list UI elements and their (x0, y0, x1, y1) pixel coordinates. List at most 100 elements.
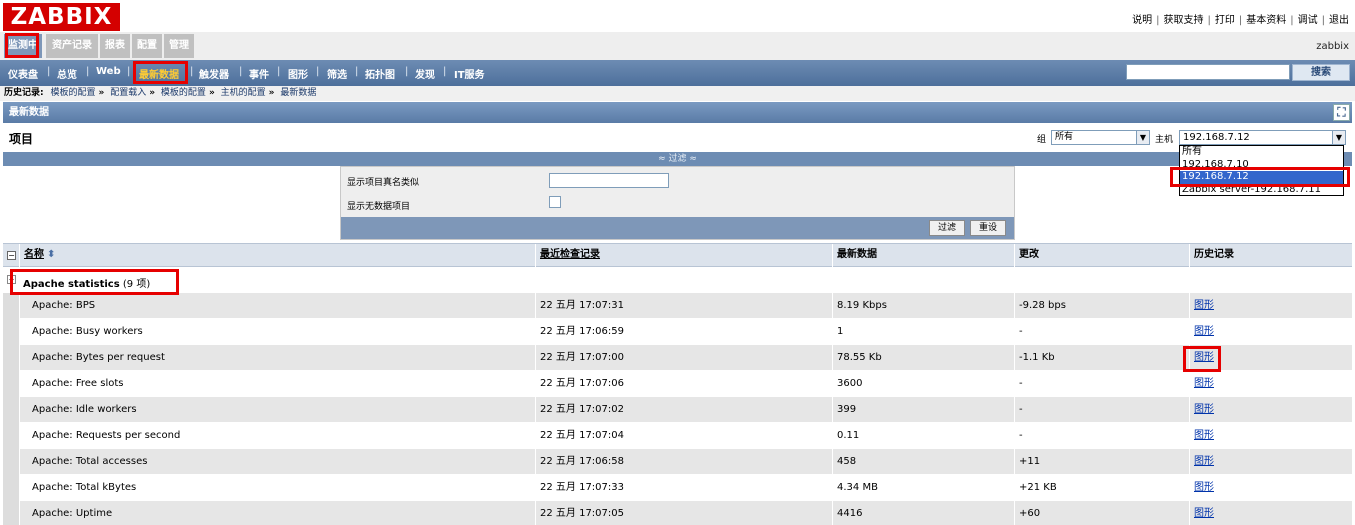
cell-name: Apache: BPS (19, 293, 535, 319)
items-title: 项目 (9, 132, 34, 146)
row-gutter (3, 345, 19, 371)
sort-asc-icon: ⬍ (47, 249, 56, 260)
cell-name: Apache: Bytes per request (19, 345, 535, 371)
cell-change: - (1014, 319, 1189, 345)
cell-last-check: 22 五月 17:07:05 (535, 501, 832, 525)
expand-icon[interactable]: + (7, 275, 16, 284)
breadcrumb-item[interactable]: 模板的配置 (161, 88, 206, 98)
graph-link[interactable]: 图形 (1194, 352, 1214, 363)
fullscreen-icon[interactable]: ⛶ (1333, 104, 1350, 121)
submenu-latest-data[interactable]: 最新数据 (139, 66, 179, 81)
cell-change: +21 KB (1014, 475, 1189, 501)
submenu-events[interactable]: 事件 (249, 66, 269, 81)
host-select[interactable]: 192.168.7.12 ▼ (1179, 130, 1346, 145)
print-link[interactable]: 打印 (1215, 15, 1235, 26)
graph-link[interactable]: 图形 (1194, 378, 1214, 389)
filter-toggle[interactable]: ≈ 过滤 ≈ (3, 152, 1352, 166)
search-input[interactable] (1126, 64, 1290, 80)
filter-button[interactable]: 过滤 (929, 220, 965, 236)
breadcrumb-item[interactable]: 最新数据 (280, 88, 316, 98)
breadcrumb-label: 历史记录: (4, 88, 44, 98)
cell-history: 图形 (1189, 371, 1352, 397)
group-title: Apache statistics (23, 279, 120, 290)
submenu-graphs[interactable]: 图形 (288, 66, 308, 81)
cell-history: 图形 (1189, 397, 1352, 423)
submenu-overview[interactable]: 总览 (57, 66, 77, 81)
submenu-screens[interactable]: 筛选 (327, 66, 347, 81)
cell-history: 图形 (1189, 293, 1352, 319)
zabbix-logo[interactable]: ZABBIX (3, 3, 120, 31)
search-button[interactable]: 搜索 (1292, 64, 1350, 81)
filter-name-input[interactable] (549, 173, 669, 188)
host-option-selected[interactable]: 192.168.7.12 (1180, 171, 1343, 184)
chevron-down-icon: ▼ (1332, 131, 1345, 144)
cell-name: Apache: Idle workers (19, 397, 535, 423)
cell-last-value: 4.34 MB (832, 475, 1014, 501)
table-row: Apache: Uptime 22 五月 17:07:05 4416 +60 图形 (3, 501, 1352, 525)
graph-link[interactable]: 图形 (1194, 482, 1214, 493)
filter-name-label: 显示项目真名类似 (347, 178, 420, 188)
collapse-all-icon[interactable]: − (7, 251, 16, 260)
cell-last-value: 8.19 Kbps (832, 293, 1014, 319)
cell-change: - (1014, 423, 1189, 449)
submenu-web[interactable]: Web (96, 66, 121, 77)
chevron-down-icon: ▼ (1136, 131, 1149, 144)
header-name[interactable]: 名称 ⬍ (19, 244, 537, 268)
submenu-triggers[interactable]: 触发器 (199, 66, 229, 81)
menu-inventory[interactable]: 资产记录 (46, 34, 98, 58)
cell-last-check: 22 五月 17:06:59 (535, 319, 832, 345)
menu-configuration[interactable]: 配置 (132, 34, 162, 58)
row-gutter (3, 449, 19, 475)
logout-link[interactable]: 退出 (1329, 15, 1349, 26)
filter-nodata-checkbox[interactable] (549, 196, 561, 208)
cell-last-value: 4416 (832, 501, 1014, 525)
submenu-it-services[interactable]: IT服务 (454, 66, 485, 81)
cell-last-value: 458 (832, 449, 1014, 475)
host-select-value: 192.168.7.12 (1183, 132, 1250, 143)
help-link[interactable]: 说明 (1132, 15, 1152, 26)
cell-last-value: 399 (832, 397, 1014, 423)
graph-link[interactable]: 图形 (1194, 326, 1214, 337)
table-row: Apache: BPS 22 五月 17:07:31 8.19 Kbps -9.28 … (3, 293, 1352, 319)
menu-monitoring[interactable]: 监测中 (4, 34, 42, 58)
submenu-dashboard[interactable]: 仪表盘 (8, 66, 38, 81)
profile-link[interactable]: 基本资料 (1246, 15, 1286, 26)
row-gutter (3, 293, 19, 319)
table-row: Apache: Free slots 22 五月 17:07:06 3600- 图形 (3, 371, 1352, 397)
reset-button[interactable]: 重设 (970, 220, 1006, 236)
row-gutter (3, 423, 19, 449)
separator: | (1156, 15, 1160, 26)
support-link[interactable]: 获取支持 (1164, 15, 1204, 26)
host-option[interactable]: 192.168.7.10 (1180, 159, 1343, 172)
separator: | (316, 66, 320, 77)
items-header: 项目 组 所有 ▼ 主机 192.168.7.12 ▼ (3, 124, 1352, 150)
menu-administration[interactable]: 管理 (164, 34, 194, 58)
host-option[interactable]: Zabbix server-192.168.7.11 (1180, 184, 1343, 197)
cell-name: Apache: Free slots (19, 371, 535, 397)
top-links: 说明 | 获取支持 | 打印 | 基本资料 | 调试 | 退出 (1132, 11, 1349, 26)
cell-name: Apache: Total kBytes (19, 475, 535, 501)
cell-last-value: 1 (832, 319, 1014, 345)
graph-link[interactable]: 图形 (1194, 508, 1214, 519)
group-row[interactable]: + Apache statistics (9 项) (3, 267, 1352, 293)
breadcrumb-item[interactable]: 主机的配置 (221, 88, 266, 98)
cell-change: - (1014, 371, 1189, 397)
submenu-discovery[interactable]: 发现 (415, 66, 435, 81)
graph-link[interactable]: 图形 (1194, 430, 1214, 441)
table-row: Apache: Busy workers 22 五月 17:06:59 1- 图形 (3, 319, 1352, 345)
submenu-maps[interactable]: 拓扑图 (365, 66, 395, 81)
graph-link[interactable]: 图形 (1194, 456, 1214, 467)
group-count: (9 项) (122, 279, 151, 290)
header-last-check[interactable]: 最近检查记录 (535, 244, 832, 268)
separator: | (1290, 15, 1294, 26)
group-select[interactable]: 所有 ▼ (1051, 130, 1150, 145)
row-gutter (3, 319, 19, 345)
debug-link[interactable]: 调试 (1298, 15, 1318, 26)
graph-link[interactable]: 图形 (1194, 404, 1214, 415)
menu-reports[interactable]: 报表 (100, 34, 130, 58)
breadcrumb-item[interactable]: 配置载入 (110, 88, 146, 98)
breadcrumb-item[interactable]: 模板的配置 (50, 88, 95, 98)
host-option-all[interactable]: 所有 (1180, 146, 1343, 159)
graph-link[interactable]: 图形 (1194, 300, 1214, 311)
separator: | (355, 66, 359, 77)
